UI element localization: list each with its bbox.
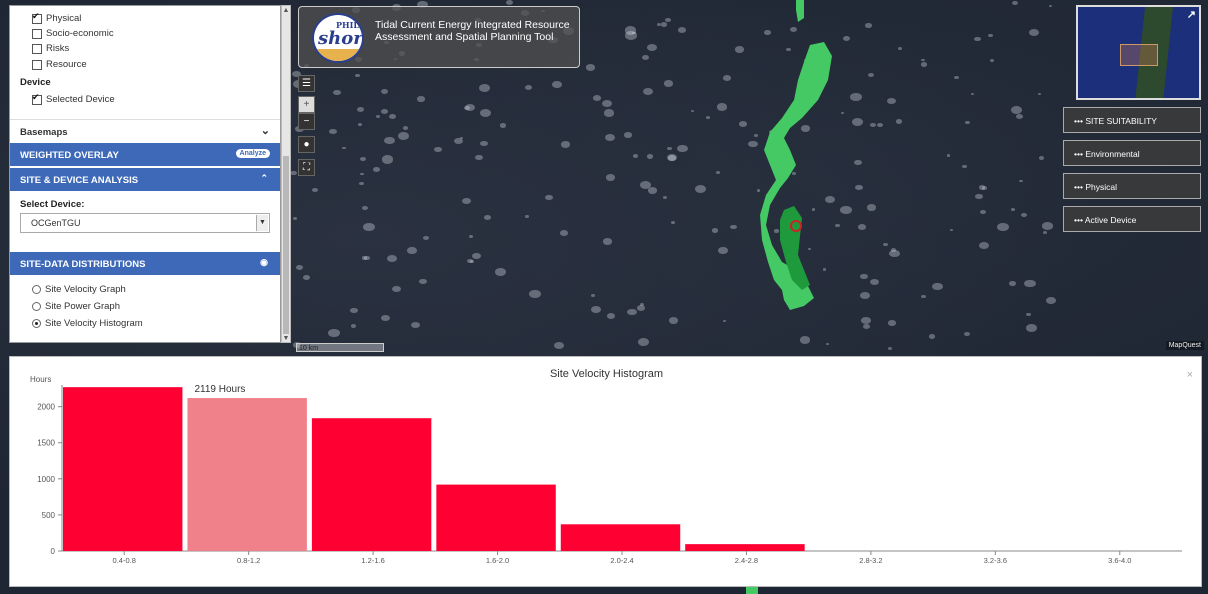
- x-tick-label: 2.4-2.8: [735, 556, 758, 565]
- panel-scrollbar[interactable]: ▲ ▼: [281, 5, 291, 343]
- button-label: Physical: [1085, 182, 1117, 192]
- layer-checkbox-socio-economic[interactable]: Socio-economic: [32, 28, 114, 39]
- histogram-bar[interactable]: [560, 524, 681, 551]
- button-label: Environmental: [1085, 149, 1140, 159]
- button-label: SITE SUITABILITY: [1085, 116, 1157, 126]
- layer-checkbox-risks[interactable]: Risks: [32, 43, 69, 54]
- scroll-down-icon[interactable]: ▼: [282, 335, 290, 342]
- scrollbar-thumb[interactable]: [283, 156, 289, 334]
- menu-icon[interactable]: ☰: [298, 75, 315, 92]
- device-select[interactable]: OCGenTGU ▼: [20, 213, 270, 233]
- app-title-box: PHIL shore Tidal Current Energy Integrat…: [298, 6, 580, 68]
- histogram-bar[interactable]: [685, 544, 805, 551]
- site-device-analysis-label: SITE & DEVICE ANALYSIS: [20, 175, 139, 186]
- site-data-distributions-header[interactable]: SITE-DATA DISTRIBUTIONS ◉: [10, 252, 280, 275]
- histogram-bar[interactable]: [436, 484, 556, 551]
- map-attribution[interactable]: MapQuest: [1165, 341, 1204, 350]
- layer-label: Socio-economic: [46, 28, 114, 39]
- ellipsis-icon: •••: [1074, 215, 1083, 225]
- x-tick-label: 3.6-4.0: [1108, 556, 1131, 565]
- basemaps-label: Basemaps: [20, 127, 68, 138]
- globe-icon[interactable]: ●: [298, 136, 315, 153]
- checkbox[interactable]: [32, 92, 42, 105]
- layer-checkbox-resource[interactable]: Resource: [32, 59, 87, 70]
- x-tick-label: 2.8-3.2: [859, 556, 882, 565]
- analyze-button[interactable]: Analyze: [235, 149, 270, 158]
- y-tick-label: 0: [51, 547, 56, 556]
- radio-label: Site Velocity Histogram: [45, 318, 143, 329]
- button-label: Active Device: [1084, 215, 1137, 225]
- select-device-label: Select Device:: [20, 199, 85, 210]
- bar-tooltip: 2119 Hours: [194, 384, 245, 395]
- eye-icon[interactable]: ◉: [260, 257, 268, 268]
- histogram-bar[interactable]: [187, 398, 307, 551]
- device-heading: Device: [20, 77, 51, 88]
- selected-device-label: Selected Device: [46, 94, 115, 105]
- radio-label: Site Velocity Graph: [45, 284, 126, 295]
- ellipsis-icon: •••: [1074, 116, 1083, 126]
- radio-label: Site Power Graph: [45, 301, 120, 312]
- y-tick-label: 2000: [37, 403, 55, 412]
- site-data-distributions-label: SITE-DATA DISTRIBUTIONS: [20, 259, 146, 270]
- site-device-analysis-header[interactable]: SITE & DEVICE ANALYSIS ⌃: [10, 168, 280, 191]
- zoom-in-icon[interactable]: +: [298, 96, 315, 113]
- radio-site-velocity-graph[interactable]: Site Velocity Graph: [32, 284, 126, 295]
- layer-label: Risks: [46, 43, 70, 54]
- radio-site-power-graph[interactable]: Site Power Graph: [32, 301, 120, 312]
- weighted-overlay-label: WEIGHTED OVERLAY: [20, 150, 119, 161]
- layer-label: Resource: [46, 59, 87, 70]
- chevron-down-icon: ⌄: [260, 125, 270, 137]
- histogram-panel: Site Velocity Histogram × Hours 0 500 1000 1…: [9, 356, 1202, 587]
- scroll-up-icon[interactable]: ▲: [282, 7, 290, 14]
- weighted-overlay-header[interactable]: WEIGHTED OVERLAY Analyze: [10, 143, 280, 166]
- y-tick-label: 1500: [37, 439, 55, 448]
- expand-arrow-icon[interactable]: ↗: [1187, 8, 1196, 21]
- site-suitability-button[interactable]: ••• SITE SUITABILITY: [1063, 107, 1201, 133]
- radio-site-velocity-histogram[interactable]: Site Velocity Histogram: [32, 318, 143, 329]
- chevron-down-icon[interactable]: ▼: [256, 215, 268, 231]
- environmental-button[interactable]: ••• Environmental: [1063, 140, 1201, 166]
- x-tick-label: 0.8-1.2: [237, 556, 260, 565]
- layer-control-panel: Physical Socio-economic Risks Resource D…: [9, 5, 281, 343]
- x-tick-label: 0.4-0.8: [113, 556, 136, 565]
- basemaps-toggle[interactable]: Basemaps ⌄: [10, 119, 280, 144]
- radio-button[interactable]: [32, 319, 41, 328]
- selected-device-checkbox[interactable]: Selected Device: [32, 92, 115, 105]
- y-axis-label: Hours: [30, 375, 51, 384]
- chevron-up-icon[interactable]: ⌃: [260, 173, 268, 184]
- physical-button[interactable]: ••• Physical: [1063, 173, 1201, 199]
- layer-checkbox-physical[interactable]: Physical: [32, 11, 82, 24]
- app-title: Tidal Current Energy Integrated Resource…: [375, 19, 570, 43]
- ellipsis-icon: •••: [1074, 149, 1083, 159]
- device-select-value: OCGenTGU: [31, 218, 81, 228]
- y-tick-label: 500: [42, 511, 56, 520]
- x-tick-label: 1.6-2.0: [486, 556, 509, 565]
- radio-button[interactable]: [32, 302, 41, 311]
- y-tick-label: 1000: [37, 475, 55, 484]
- histogram-bar[interactable]: [63, 387, 183, 551]
- overview-extent-box[interactable]: [1120, 44, 1158, 66]
- fullscreen-icon[interactable]: ⛶: [298, 159, 315, 176]
- ellipsis-icon: •••: [1074, 182, 1083, 192]
- histogram-bar[interactable]: [311, 418, 432, 551]
- x-tick-label: 2.0-2.4: [610, 556, 633, 565]
- scale-bar: 10 km: [296, 343, 384, 352]
- x-tick-label: 3.2-3.6: [984, 556, 1007, 565]
- overview-map[interactable]: ↗: [1076, 5, 1201, 100]
- x-tick-label: 1.2-1.6: [361, 556, 384, 565]
- checkbox[interactable]: [32, 28, 42, 39]
- active-device-button[interactable]: ••• Active Device: [1063, 206, 1201, 232]
- radio-button[interactable]: [32, 285, 41, 294]
- philshore-logo: PHIL shore: [312, 13, 364, 63]
- histogram-chart: Hours 0 500 1000 1500 2000 0.4-0.8 0.8-1.2 1.2-1…: [30, 375, 1182, 565]
- zoom-out-icon[interactable]: −: [298, 113, 315, 130]
- checkbox[interactable]: [32, 59, 42, 70]
- checkbox[interactable]: [32, 11, 42, 24]
- checkbox[interactable]: [32, 43, 42, 54]
- layer-label: Physical: [46, 13, 82, 24]
